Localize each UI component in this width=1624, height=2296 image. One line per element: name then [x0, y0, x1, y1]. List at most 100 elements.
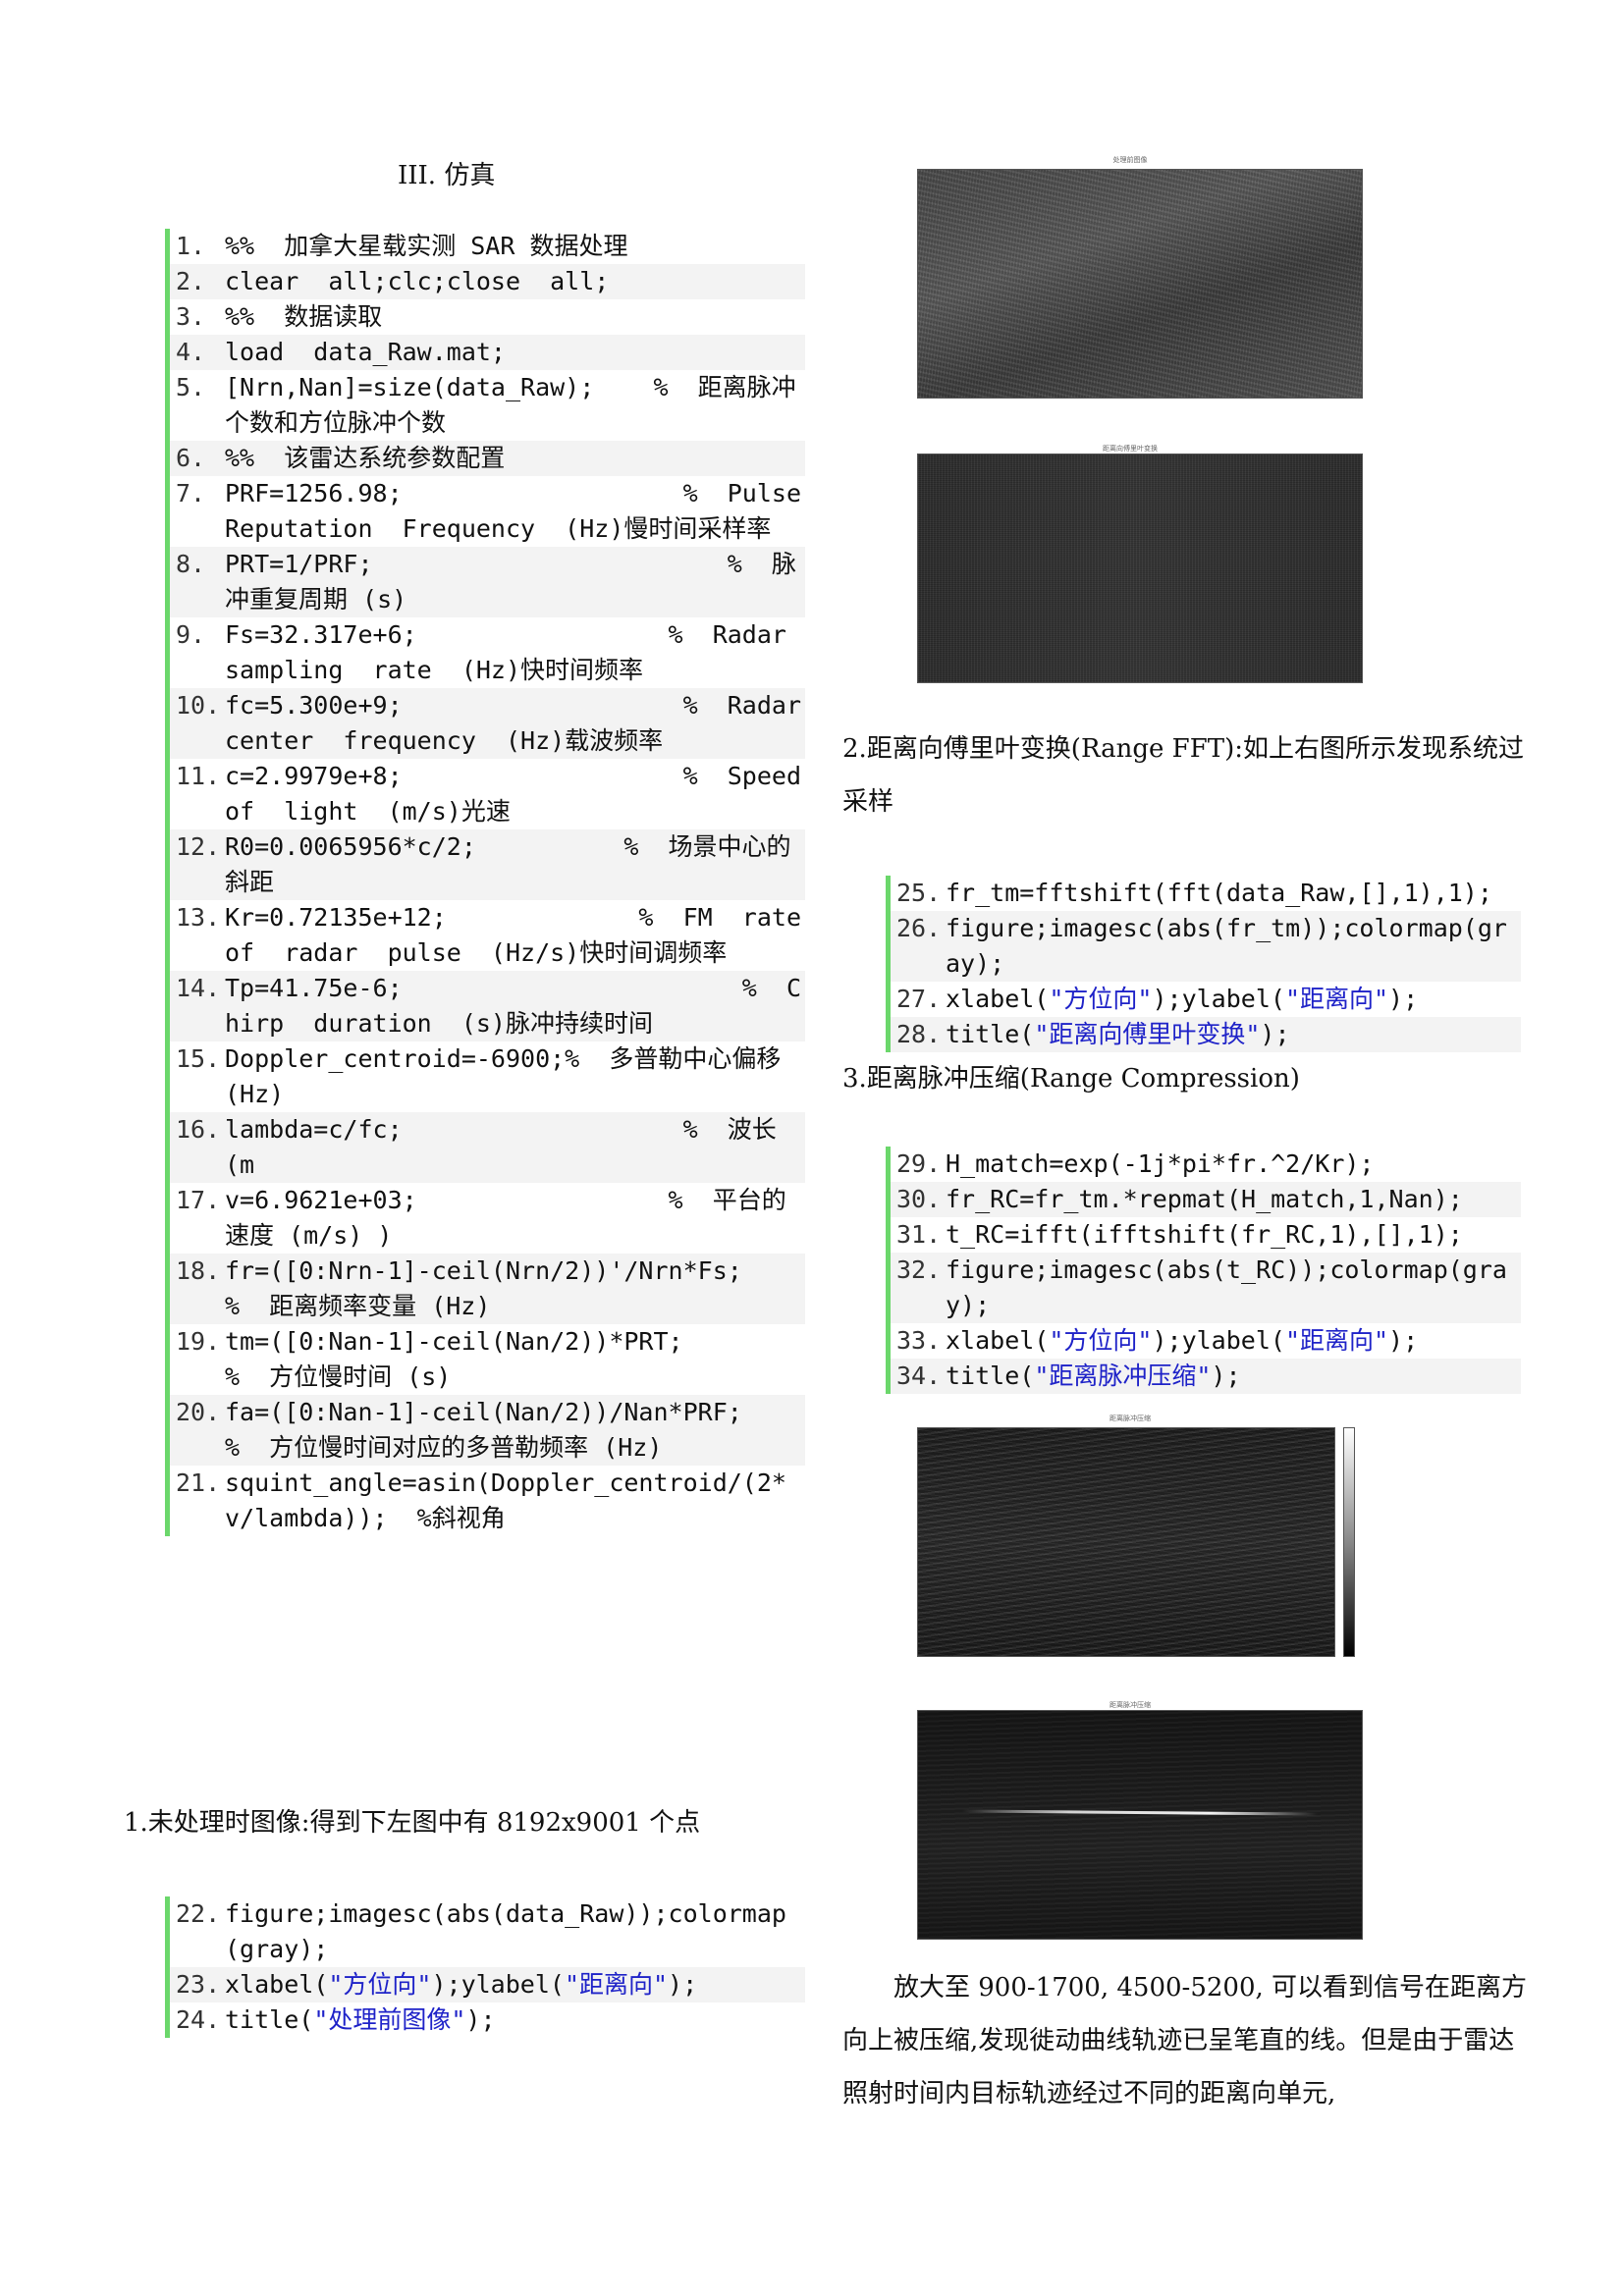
- code-segment: [Nrn,Nan]=size(data_Raw); % 距离脉冲个数和方位脉冲个…: [225, 373, 796, 437]
- figure-range-compression: 距离脉冲压缩: [890, 1414, 1371, 1671]
- code-line: 25. fr_tm=fftshift(fft(data_Raw,[],1),1);: [891, 876, 1521, 911]
- code-text: title("距离向傅里叶变换");: [946, 1017, 1521, 1052]
- code-line: 32. figure;imagesc(abs(t_RC));colormap(gr…: [891, 1253, 1521, 1323]
- code-text: %% 加拿大星载实测 SAR 数据处理: [225, 229, 805, 264]
- code-segment: fr_tm=fftshift(fft(data_Raw,[],1),1);: [946, 879, 1492, 907]
- code-text: figure;imagesc(abs(t_RC));colormap(gray)…: [946, 1253, 1521, 1323]
- code-segment: tm=([0:Nan-1]-ceil(Nan/2))*PRT; % 方位慢时间 …: [225, 1327, 964, 1391]
- code-line: 15. Doppler_centroid=-6900;% 多普勒中心偏移 (Hz): [170, 1041, 805, 1112]
- figure-raw-image: 处理前图像: [890, 155, 1371, 412]
- code-segment: xlabel(: [946, 1326, 1050, 1355]
- line-number: 14.: [176, 974, 221, 1002]
- code-segment: Fs=32.317e+6; % Radar sampling rate (Hz)…: [225, 620, 817, 684]
- line-number: 26.: [896, 914, 942, 942]
- code-segment: );ylabel(: [1152, 985, 1285, 1013]
- line-number: 24.: [176, 2005, 221, 2034]
- code-text: fr_tm=fftshift(fft(data_Raw,[],1),1);: [946, 876, 1521, 911]
- figure-range-compression-zoom: 距离脉冲压缩: [890, 1700, 1371, 1944]
- code-segment: t_RC=ifft(ifftshift(fr_RC,1),[],1);: [946, 1220, 1463, 1249]
- line-number: 22.: [176, 1899, 221, 1928]
- line-number: 27.: [896, 985, 942, 1013]
- string-literal: "距离向": [1284, 1326, 1389, 1355]
- code-segment: lambda=c/fc; % 波长 (m: [225, 1115, 791, 1179]
- line-number: 5.: [176, 373, 206, 401]
- string-literal: "方位向": [1049, 985, 1153, 1013]
- paper-page: III. 仿真 1. %% 加拿大星载实测 SAR 数据处理 2. clear all…: [0, 0, 1624, 2296]
- line-number: 23.: [176, 1970, 221, 1999]
- code-line: 8. PRT=1/PRF; % 脉冲重复周期 (s): [170, 547, 805, 617]
- line-number: 17.: [176, 1186, 221, 1214]
- line-number: 2.: [176, 267, 206, 295]
- code-segment: title(: [946, 1362, 1035, 1390]
- code-line: 2. clear all;clc;close all;: [170, 264, 805, 299]
- code-text: H_match=exp(-1j*pi*fr.^2/Kr);: [946, 1147, 1521, 1182]
- string-literal: "距离脉冲压缩": [1034, 1362, 1212, 1390]
- string-literal: "方位向": [1049, 1326, 1153, 1355]
- code-text: Tp=41.75e-6; % Chirp duration (s)脉冲持续时间: [225, 971, 805, 1041]
- line-number: 28.: [896, 1020, 942, 1048]
- code-text: fr=([0:Nrn-1]-ceil(Nrn/2))'/Nrn*Fs; % 距离…: [225, 1254, 805, 1324]
- code-text: Kr=0.72135e+12; % FM rate of radar pulse…: [225, 900, 805, 971]
- code-line: 17. v=6.9621e+03; % 平台的速度 (m/s) ): [170, 1183, 805, 1254]
- figure-range-fft: 距离向傅里叶变换: [890, 444, 1371, 689]
- code-line: 4. load data_Raw.mat;: [170, 335, 805, 370]
- code-segment: Doppler_centroid=-6900;% 多普勒中心偏移 (Hz): [225, 1044, 796, 1108]
- code-line: 9. Fs=32.317e+6; % Radar sampling rate (H…: [170, 617, 805, 688]
- code-text: xlabel("方位向");ylabel("距离向");: [225, 1967, 805, 2002]
- line-number: 18.: [176, 1256, 221, 1285]
- code-text: fr_RC=fr_tm.*repmat(H_match,1,Nan);: [946, 1182, 1521, 1217]
- code-text: PRF=1256.98; % Pulse Reputation Frequenc…: [225, 476, 805, 547]
- code-segment: fr=([0:Nrn-1]-ceil(Nrn/2))'/Nrn*Fs; % 距离…: [225, 1256, 905, 1320]
- line-number: 31.: [896, 1220, 942, 1249]
- code-segment: );: [1260, 1020, 1290, 1048]
- code-segment: R0=0.0065956*c/2; % 场景中心的斜距: [225, 832, 791, 896]
- code-segment: %% 该雷达系统参数配置: [225, 444, 506, 472]
- string-literal: "处理前图像": [313, 2005, 466, 2034]
- line-number: 9.: [176, 620, 206, 649]
- code-text: clear all;clc;close all;: [225, 264, 805, 299]
- range-compression-plot: [917, 1427, 1335, 1657]
- code-line: 26. figure;imagesc(abs(fr_tm));colormap(g…: [891, 911, 1521, 982]
- code-text: PRT=1/PRF; % 脉冲重复周期 (s): [225, 547, 805, 617]
- code-text: fc=5.300e+9; % Radar center frequency (H…: [225, 688, 805, 759]
- code-line: 6. %% 该雷达系统参数配置: [170, 441, 805, 476]
- line-number: 6.: [176, 444, 206, 472]
- code-segment: xlabel(: [225, 1970, 329, 1999]
- code-line: 1. %% 加拿大星载实测 SAR 数据处理: [170, 229, 805, 264]
- code-segment: v=6.9621e+03; % 平台的速度 (m/s) ): [225, 1186, 786, 1250]
- code-segment: );: [1388, 1326, 1419, 1355]
- code-block-display-raw: 22. figure;imagesc(abs(data_Raw));colorma…: [165, 1896, 805, 2038]
- line-number: 19.: [176, 1327, 221, 1356]
- code-segment: H_match=exp(-1j*pi*fr.^2/Kr);: [946, 1149, 1375, 1178]
- code-text: figure;imagesc(abs(data_Raw));colormap(g…: [225, 1896, 805, 1967]
- code-text: lambda=c/fc; % 波长 (m: [225, 1112, 805, 1183]
- code-line: 23. xlabel("方位向");ylabel("距离向");: [170, 1967, 805, 2002]
- code-segment: );: [1388, 985, 1419, 1013]
- code-block-range-compression: 29. H_match=exp(-1j*pi*fr.^2/Kr); 30. fr_RC…: [886, 1147, 1521, 1394]
- line-number: 11.: [176, 762, 221, 790]
- figure-title: 距离脉冲压缩: [1110, 1415, 1151, 1422]
- code-segment: Kr=0.72135e+12; % FM rate of radar pulse…: [225, 903, 832, 967]
- figure-title: 处理前图像: [1112, 156, 1148, 164]
- code-line: 28. title("距离向傅里叶变换");: [891, 1017, 1521, 1052]
- code-segment: );ylabel(: [431, 1970, 565, 1999]
- code-line: 12. R0=0.0065956*c/2; % 场景中心的斜距: [170, 829, 805, 900]
- colorbar: [1343, 1427, 1355, 1657]
- code-line: 3. %% 数据读取: [170, 299, 805, 335]
- code-segment: );: [465, 2005, 496, 2034]
- code-line: 27. xlabel("方位向");ylabel("距离向");: [891, 982, 1521, 1017]
- line-number: 13.: [176, 903, 221, 932]
- code-line: 22. figure;imagesc(abs(data_Raw));colorma…: [170, 1896, 805, 1967]
- code-text: squint_angle=asin(Doppler_centroid/(2*v/…: [225, 1466, 805, 1536]
- code-line: 21. squint_angle=asin(Doppler_centroid/(2…: [170, 1466, 805, 1536]
- code-text: c=2.9979e+8; % Speed of light (m/s)光速: [225, 759, 805, 829]
- code-segment: PRF=1256.98; % Pulse Reputation Frequenc…: [225, 479, 832, 543]
- line-number: 29.: [896, 1149, 942, 1178]
- code-text: %% 数据读取: [225, 299, 805, 335]
- line-number: 33.: [896, 1326, 942, 1355]
- code-segment: );ylabel(: [1152, 1326, 1285, 1355]
- raw-image-plot: [917, 169, 1363, 399]
- code-segment: clear all;clc;close all;: [225, 267, 610, 295]
- code-text: %% 该雷达系统参数配置: [225, 441, 805, 476]
- line-number: 3.: [176, 302, 206, 331]
